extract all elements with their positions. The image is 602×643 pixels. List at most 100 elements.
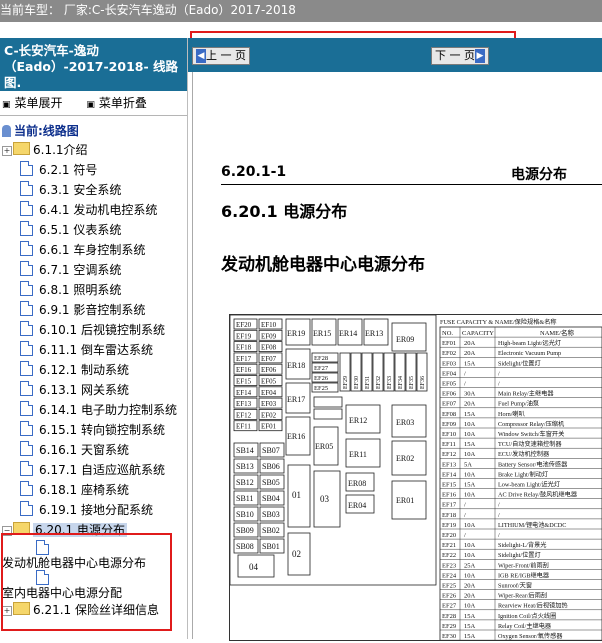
tree-item[interactable]: 6.9.1 影音控制系统 [0, 300, 187, 320]
tree-item[interactable]: 6.2.1 符号 [0, 160, 187, 180]
sb-label: SB04 [262, 494, 280, 503]
fuse-label: EF30 [354, 376, 360, 389]
fuse-capacity: / [464, 502, 466, 509]
tree-item[interactable]: 6.3.1 安全系统 [0, 180, 187, 200]
fuse-capacity: 10A [464, 572, 476, 579]
tree-root-icon [2, 125, 11, 137]
tree-item-label: 6.1.1介绍 [33, 143, 88, 157]
fuse-name: / [498, 502, 500, 509]
tree-item[interactable]: 6.8.1 照明系统 [0, 280, 187, 300]
tree-item[interactable]: 6.11.1 倒车雷达系统 [0, 340, 187, 360]
fuse-no: EF04 [442, 370, 457, 377]
tree-item[interactable]: 6.6.1 车身控制系统 [0, 240, 187, 260]
expand-menu-button[interactable]: ▣ 菜单展开 [2, 96, 73, 110]
fuse-name: Horn/喇叭 [498, 410, 525, 418]
tree-item-label: 6.7.1 空调系统 [39, 263, 122, 277]
fuse-name: Electronic Vacuum Pump [498, 350, 561, 357]
block-label: 01 [292, 490, 301, 500]
relay-label: ER02 [396, 454, 414, 463]
tree-item[interactable]: 6.4.1 发动机电控系统 [0, 200, 187, 220]
tree-item-label: 6.12.1 制动系统 [39, 363, 129, 377]
fuse-label: EF28 [314, 355, 328, 362]
fuse-label: EF20 [236, 321, 252, 329]
section-number: 6.20.1-1 [221, 164, 287, 180]
fuse-name: Sidelight/位置灯 [498, 551, 541, 559]
fuse-name: LITHIUM/锂电池&DCDC [498, 521, 566, 529]
sb-label: SB12 [236, 478, 254, 487]
fuse-capacity: 5A [464, 461, 472, 468]
fuse-label: EF31 [365, 376, 371, 389]
collapse-menu-button[interactable]: ▣ 菜单折叠 [86, 96, 157, 110]
fuse-no: EF22 [442, 552, 456, 559]
document-icon [20, 301, 33, 316]
tree-item-label: 6.16.1 天窗系统 [39, 443, 129, 457]
tree-item-label: 6.4.1 发动机电控系统 [39, 203, 158, 217]
fuse-capacity: 15A [464, 613, 476, 620]
fuse-no: EF11 [442, 441, 456, 448]
fuse-name: Battery Sensor/电池传感器 [498, 460, 568, 468]
tree-item[interactable]: +6.1.1介绍 [0, 140, 187, 160]
tree-item[interactable]: 6.19.1 接地分配系统 [0, 500, 187, 520]
tree-item[interactable]: 6.18.1 座椅系统 [0, 480, 187, 500]
fuse-capacity: 20A [464, 340, 476, 347]
block-label: 03 [320, 494, 330, 504]
relay-label: ER19 [287, 329, 305, 338]
sb-label: SB07 [262, 446, 280, 455]
fuse-no: EF10 [442, 431, 456, 438]
tree-item-label: 6.3.1 安全系统 [39, 183, 122, 197]
fuse-no: EF01 [442, 340, 456, 347]
tree-item[interactable]: 6.16.1 天窗系统 [0, 440, 187, 460]
tree-item[interactable]: 6.12.1 制动系统 [0, 360, 187, 380]
fuse-no: EF17 [442, 502, 457, 509]
fuse-slot [313, 408, 343, 420]
tree-item[interactable]: 6.5.1 仪表系统 [0, 220, 187, 240]
fuse-capacity: 15A [464, 411, 476, 418]
current-node[interactable]: 当前:线路图 [0, 122, 187, 140]
next-page-button[interactable]: 下 一 页 ▶ [431, 47, 489, 65]
fuse-label: EF25 [314, 385, 328, 392]
relay-label: ER04 [348, 501, 366, 510]
prev-page-button[interactable]: ◀ 上 一 页 [192, 47, 250, 65]
tree-item-label: 6.2.1 符号 [39, 163, 98, 177]
fuse-name: Sunroof/天窗 [498, 582, 532, 590]
sb-label: SB01 [262, 542, 280, 551]
tree-item[interactable]: 6.13.1 网关系统 [0, 380, 187, 400]
expand-node-icon[interactable]: + [2, 146, 12, 156]
sidebar-title: C-长安汽车-逸动（Eado）-2017-2018- 线路图. [0, 38, 187, 91]
fuse-name: TCU/自动变速箱控制器 [498, 440, 562, 448]
page-navigation: ◀ 上 一 页 下 一 页 ▶ [188, 38, 602, 72]
tree-item[interactable]: 6.15.1 转向锁控制系统 [0, 420, 187, 440]
relay-label: ER08 [348, 479, 366, 488]
fuse-no: EF27 [442, 603, 457, 610]
section-name: 电源分布 [511, 167, 567, 183]
tree-item[interactable]: 6.14.1 电子助力控制系统 [0, 400, 187, 420]
document-icon [20, 161, 33, 176]
fuse-label: EF32 [376, 376, 382, 389]
document-icon [20, 201, 33, 216]
sb-label: SB14 [236, 446, 254, 455]
fuse-capacity: 10A [464, 492, 476, 499]
sb-label: SB06 [262, 462, 280, 471]
fuse-name: Sidelight-L/背景光 [498, 541, 546, 549]
tree-item-label: 6.18.1 座椅系统 [39, 483, 129, 497]
square-icon: ▣ [2, 100, 11, 110]
fuse-capacity: 10A [464, 603, 476, 610]
tree-item[interactable]: 6.10.1 后视镜控制系统 [0, 320, 187, 340]
tree-item-label: 6.6.1 车身控制系统 [39, 243, 146, 257]
fuse-capacity: 15A [464, 441, 476, 448]
fuse-capacity: / [464, 370, 466, 377]
document-icon [20, 381, 33, 396]
page-subheading: 发动机舱电器中心电源分布 [221, 255, 425, 275]
current-label: 当前:线路图 [14, 124, 79, 138]
divider [0, 115, 187, 116]
tree-item[interactable]: 6.17.1 自适应巡航系统 [0, 460, 187, 480]
fuse-label: EF12 [236, 411, 252, 419]
fuse-capacity: / [464, 532, 466, 539]
tree-item[interactable]: 6.7.1 空调系统 [0, 260, 187, 280]
fuse-slot [313, 396, 343, 408]
fuse-no: EF21 [442, 542, 456, 549]
fuse-name: Rearview Heat/后视镜加热 [498, 602, 568, 610]
fuse-no: EF15 [442, 482, 456, 489]
fuse-capacity: 25A [464, 562, 476, 569]
expand-label: 菜单展开 [14, 96, 63, 110]
